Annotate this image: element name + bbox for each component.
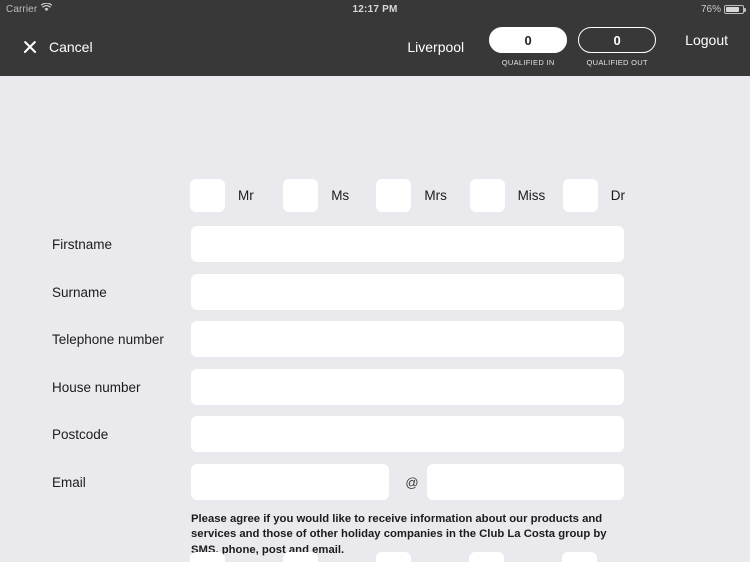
checkbox-title-miss[interactable]	[469, 179, 505, 212]
firstname-label: Firstname	[52, 236, 113, 252]
checkbox-consent-all[interactable]	[562, 552, 597, 562]
checkbox-consent-sms[interactable]	[190, 552, 225, 562]
field-row-firstname: Firstname	[0, 226, 750, 262]
title-checkbox-row: Mr Ms Mrs Miss Dr	[190, 179, 625, 212]
house-number-input[interactable]	[191, 369, 624, 405]
field-row-postcode: Postcode	[0, 416, 750, 452]
title-option-dr-label: Dr	[610, 188, 625, 203]
consent-option-all[interactable]: All	[562, 552, 625, 562]
consent-checkbox-row: SMS Phone Post Email All	[190, 552, 625, 562]
checkbox-consent-email[interactable]	[469, 552, 504, 562]
title-option-miss-label: Miss	[517, 188, 546, 203]
battery-icon	[724, 4, 746, 14]
telephone-label: Telephone number	[52, 331, 164, 347]
title-option-dr[interactable]: Dr	[562, 179, 625, 212]
email-local-input[interactable]	[191, 464, 389, 500]
checkbox-title-mrs[interactable]	[376, 179, 412, 212]
checkbox-title-dr[interactable]	[562, 179, 598, 212]
cancel-button[interactable]: Cancel	[22, 39, 93, 55]
checkbox-title-ms[interactable]	[283, 179, 319, 212]
title-option-mr[interactable]: Mr	[190, 179, 283, 212]
surname-label: Surname	[52, 284, 107, 300]
field-row-house-number: House number	[0, 369, 750, 405]
postcode-input[interactable]	[191, 416, 624, 452]
field-row-surname: Surname	[0, 274, 750, 310]
field-row-email: Email @	[0, 464, 750, 500]
email-domain-input[interactable]	[427, 464, 624, 500]
cancel-button-label: Cancel	[49, 39, 93, 55]
checkbox-consent-phone[interactable]	[283, 552, 318, 562]
title-option-ms[interactable]: Ms	[283, 179, 376, 212]
qualified-out-group: 0 QUALIFIED OUT	[573, 27, 661, 67]
consent-option-post[interactable]: Post	[376, 552, 469, 562]
checkbox-title-mr[interactable]	[190, 179, 225, 212]
qualified-out-caption: QUALIFIED OUT	[586, 58, 648, 67]
consent-text: Please agree if you would like to receiv…	[191, 513, 607, 556]
nav-bar-right: Liverpool 0 QUALIFIED IN 0 QUALIFIED OUT…	[407, 27, 728, 67]
title-option-mr-label: Mr	[238, 188, 254, 203]
qualified-in-caption: QUALIFIED IN	[501, 58, 555, 67]
consent-option-email[interactable]: Email	[469, 552, 562, 562]
house-number-label: House number	[52, 379, 141, 395]
title-option-mrs-label: Mrs	[424, 188, 447, 203]
consent-option-phone[interactable]: Phone	[283, 552, 376, 562]
form-body: Mr Ms Mrs Miss Dr Firstname Surname Tele…	[0, 76, 750, 562]
venue-label: Liverpool	[407, 39, 465, 55]
logout-button[interactable]: Logout	[685, 32, 728, 48]
status-bar-time: 12:17 PM	[352, 3, 398, 15]
close-icon	[22, 39, 38, 55]
qualified-in-group: 0 QUALIFIED IN	[484, 27, 572, 67]
qualified-in-counter[interactable]: 0	[489, 27, 568, 53]
email-label: Email	[52, 474, 86, 490]
title-option-mrs[interactable]: Mrs	[376, 179, 469, 212]
surname-input[interactable]	[191, 274, 624, 310]
telephone-input[interactable]	[191, 321, 624, 357]
status-bar: Carrier 12:17 PM 76%	[0, 0, 750, 18]
consent-option-sms[interactable]: SMS	[190, 552, 283, 562]
nav-bar: Cancel Liverpool 0 QUALIFIED IN 0 QUALIF…	[0, 18, 750, 76]
firstname-input[interactable]	[191, 226, 624, 262]
email-at-symbol: @	[405, 474, 419, 490]
checkbox-consent-post[interactable]	[376, 552, 411, 562]
title-option-ms-label: Ms	[331, 188, 350, 203]
field-row-telephone: Telephone number	[0, 321, 750, 357]
postcode-label: Postcode	[52, 426, 109, 442]
qualified-out-counter[interactable]: 0	[578, 27, 657, 53]
title-option-miss[interactable]: Miss	[469, 179, 563, 212]
